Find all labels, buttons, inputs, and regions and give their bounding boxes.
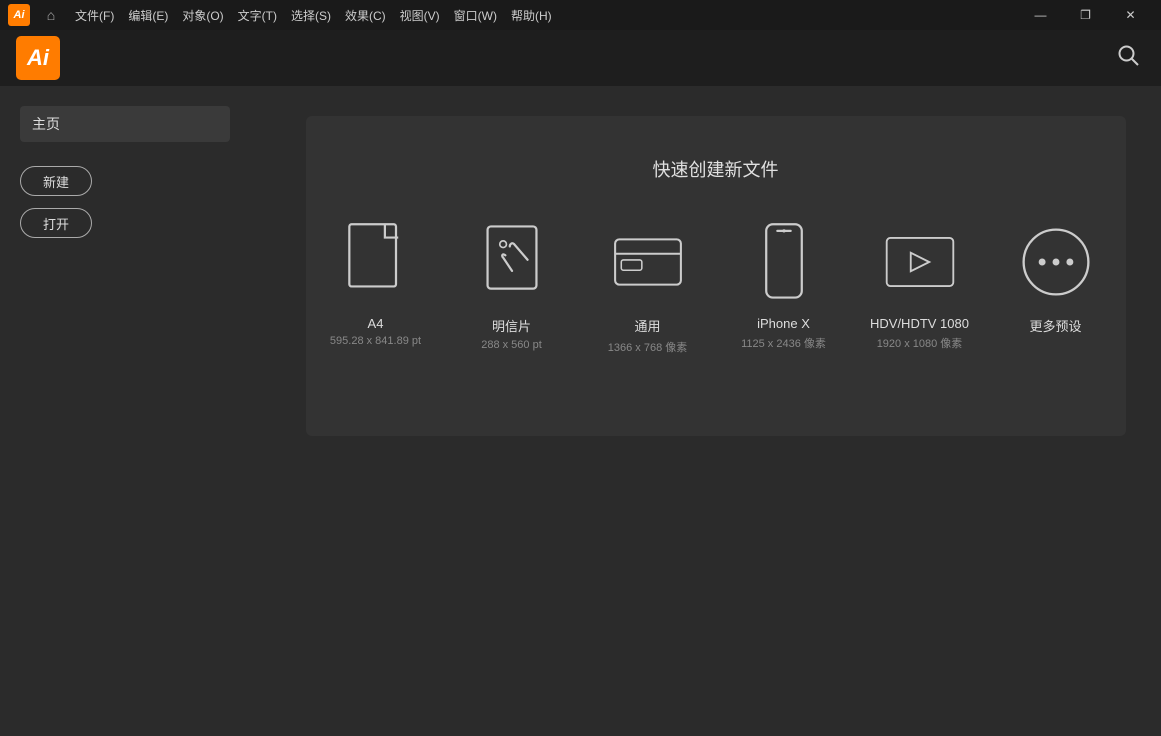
titlebar-ai-logo: Ai	[8, 4, 30, 26]
app-header: Ai	[0, 30, 1161, 86]
menu-text[interactable]: 文字(T)	[231, 0, 284, 30]
menu-window[interactable]: 窗口(W)	[447, 0, 504, 30]
content-area: 快速创建新文件 A4 595.28 x 841.89 pt	[270, 86, 1161, 736]
home-label: 主页	[20, 106, 230, 142]
maximize-button[interactable]: ❐	[1063, 0, 1108, 30]
template-postcard[interactable]: 明信片 288 x 560 pt	[462, 222, 562, 351]
menu-edit[interactable]: 编辑(E)	[121, 0, 175, 30]
template-iphone-name: iPhone X	[757, 316, 810, 331]
title-bar: Ai ⌂ 文件(F) 编辑(E) 对象(O) 文字(T) 选择(S) 效果(C)…	[0, 0, 1161, 30]
template-iphone[interactable]: iPhone X 1125 x 2436 像素	[734, 222, 834, 351]
template-hdtv-icon	[883, 222, 957, 302]
template-common[interactable]: 通用 1366 x 768 像素	[598, 222, 698, 355]
menu-object[interactable]: 对象(O)	[175, 0, 230, 30]
template-common-icon	[611, 222, 685, 302]
quick-create-panel: 快速创建新文件 A4 595.28 x 841.89 pt	[306, 116, 1126, 436]
sidebar: 主页 新建 打开	[0, 86, 270, 736]
template-a4-icon	[339, 222, 413, 302]
minimize-button[interactable]: —	[1018, 0, 1063, 30]
template-common-size: 1366 x 768 像素	[608, 339, 688, 355]
new-button[interactable]: 新建	[20, 166, 92, 196]
template-a4-size: 595.28 x 841.89 pt	[330, 335, 421, 347]
window-controls: — ❐ ✕	[1018, 0, 1153, 30]
template-iphone-size: 1125 x 2436 像素	[741, 335, 826, 351]
menu-effect[interactable]: 效果(C)	[338, 0, 393, 30]
search-button[interactable]	[1111, 38, 1145, 78]
app-ai-logo: Ai	[16, 36, 60, 80]
menu-select[interactable]: 选择(S)	[284, 0, 338, 30]
template-postcard-icon	[475, 222, 549, 302]
template-a4-name: A4	[368, 316, 384, 331]
template-postcard-size: 288 x 560 pt	[481, 339, 542, 351]
template-postcard-name: 明信片	[492, 316, 531, 335]
templates-row: A4 595.28 x 841.89 pt 明信片 288 x 560 pt	[346, 222, 1086, 355]
template-more-icon	[1019, 222, 1093, 302]
menu-help[interactable]: 帮助(H)	[504, 0, 559, 30]
template-common-name: 通用	[634, 316, 660, 335]
main-layout: 主页 新建 打开 快速创建新文件 A4 595.28 x 841.89 pt	[0, 86, 1161, 736]
open-button[interactable]: 打开	[20, 208, 92, 238]
panel-title: 快速创建新文件	[653, 156, 779, 182]
menu-file[interactable]: 文件(F)	[68, 0, 121, 30]
template-iphone-icon	[747, 222, 821, 302]
template-hdtv-size: 1920 x 1080 像素	[877, 335, 963, 351]
template-more[interactable]: 更多预设	[1006, 222, 1106, 339]
titlebar-home-icon[interactable]: ⌂	[38, 2, 64, 28]
template-more-name: 更多预设	[1029, 316, 1081, 335]
template-hdtv-name: HDV/HDTV 1080	[870, 316, 969, 331]
template-a4[interactable]: A4 595.28 x 841.89 pt	[326, 222, 426, 347]
close-button[interactable]: ✕	[1108, 0, 1153, 30]
menu-view[interactable]: 视图(V)	[393, 0, 447, 30]
template-hdtv[interactable]: HDV/HDTV 1080 1920 x 1080 像素	[870, 222, 970, 351]
